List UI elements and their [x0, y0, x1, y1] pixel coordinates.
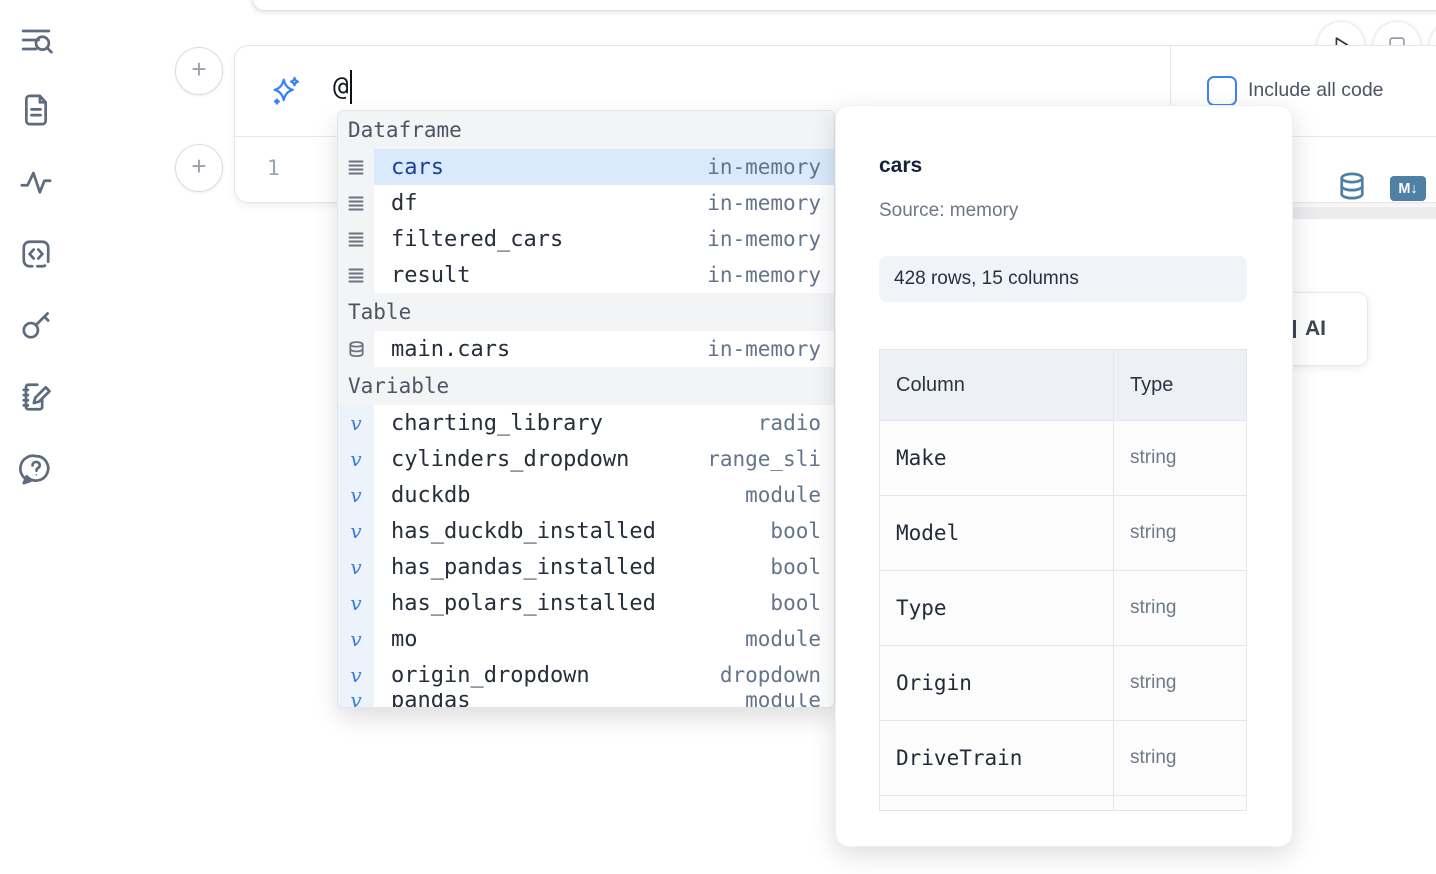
activity-icon[interactable]	[18, 164, 54, 200]
table-row: Modelstring	[880, 495, 1246, 570]
variable-icon: v	[338, 477, 374, 513]
autocomplete-item-has_polars_installed[interactable]: vhas_polars_installed bool	[338, 585, 834, 621]
variable-icon: v	[338, 513, 374, 549]
autocomplete-item-filtered_cars[interactable]: filtered_cars in-memory	[338, 221, 834, 257]
table-header-row: ColumnType	[880, 350, 1246, 420]
item-type: bool	[770, 591, 834, 615]
preview-title: cars	[879, 154, 922, 178]
marimo-notebook: + + @ Include all code 1	[0, 0, 1436, 874]
autocomplete-section-header: Table	[338, 293, 834, 331]
item-name: main.cars	[374, 337, 510, 362]
autocomplete-item-origin_dropdown[interactable]: vorigin_dropdown dropdown	[338, 657, 834, 693]
text-cursor	[350, 70, 352, 104]
autocomplete-item-cars[interactable]: cars in-memory	[338, 149, 834, 185]
table-row: DriveTrainstring	[880, 720, 1246, 795]
item-name: has_duckdb_installed	[374, 519, 656, 544]
item-type: bool	[770, 555, 834, 579]
autocomplete-dropdown: Dataframecarsin-memorydfin-memoryfiltere…	[337, 110, 835, 708]
dataframe-preview-panel: cars Source: memory 428 rows, 15 columns…	[835, 105, 1293, 847]
item-type: module	[745, 693, 834, 707]
add-cell-button-bottom[interactable]: +	[175, 144, 223, 192]
item-type: in-memory	[707, 337, 834, 361]
sparkles-icon	[269, 74, 303, 113]
variable-icon: v	[338, 657, 374, 693]
rows-icon	[338, 257, 374, 293]
item-name: result	[374, 263, 470, 288]
line-number: 1	[267, 156, 280, 180]
table-row: Originstring	[880, 645, 1246, 720]
item-type: dropdown	[720, 663, 834, 687]
autocomplete-item-mo[interactable]: vmo module	[338, 621, 834, 657]
scratchpad-icon[interactable]	[18, 379, 54, 415]
rows-icon	[338, 149, 374, 185]
autocomplete-item-has_pandas_installed[interactable]: vhas_pandas_installed bool	[338, 549, 834, 585]
autocomplete-list: Dataframecarsin-memorydfin-memoryfiltere…	[338, 111, 834, 707]
code-snippet-icon[interactable]	[18, 236, 54, 272]
item-name: filtered_cars	[374, 227, 563, 252]
item-type: in-memory	[707, 227, 834, 251]
help-chat-icon[interactable]	[18, 451, 54, 487]
key-icon[interactable]	[18, 307, 54, 343]
variable-icon: v	[338, 621, 374, 657]
variable-icon: v	[338, 585, 374, 621]
item-type: radio	[758, 411, 834, 435]
ai-button-label: AI	[1305, 317, 1326, 341]
database-icon	[338, 331, 374, 367]
database-icon[interactable]	[1336, 170, 1368, 207]
document-icon[interactable]	[18, 92, 54, 128]
variable-icon: v	[338, 549, 374, 585]
item-name: origin_dropdown	[374, 663, 590, 688]
preview-shape-badge: 428 rows, 15 columns	[879, 256, 1247, 302]
item-name: cars	[374, 155, 444, 180]
variable-icon: v	[338, 405, 374, 441]
autocomplete-item-cylinders_dropdown[interactable]: vcylinders_dropdown range_sli	[338, 441, 834, 477]
variable-icon: v	[338, 441, 374, 477]
item-name: has_pandas_installed	[374, 555, 656, 580]
autocomplete-item-result[interactable]: result in-memory	[338, 257, 834, 293]
item-name: df	[374, 191, 418, 216]
preview-column-table: ColumnTypeMakestringModelstringTypestrin…	[879, 349, 1247, 811]
item-name: duckdb	[374, 483, 470, 508]
item-name: mo	[374, 627, 418, 652]
table-row: Typestring	[880, 570, 1246, 645]
rows-icon	[338, 221, 374, 257]
item-name: charting_library	[374, 411, 603, 436]
item-type: bool	[770, 519, 834, 543]
variable-icon: v	[338, 693, 374, 707]
ai-prompt-input[interactable]: @	[333, 70, 352, 104]
autocomplete-section-header: Dataframe	[338, 111, 834, 149]
autocomplete-section-header: Variable	[338, 367, 834, 405]
item-type: in-memory	[707, 155, 834, 179]
table-row	[880, 795, 1246, 811]
item-name: cylinders_dropdown	[374, 447, 629, 472]
list-search-icon[interactable]	[18, 22, 54, 58]
autocomplete-item-df[interactable]: df in-memory	[338, 185, 834, 221]
autocomplete-item-pandas[interactable]: vpandas module	[338, 693, 834, 707]
autocomplete-item-main.cars[interactable]: main.cars in-memory	[338, 331, 834, 367]
item-name: pandas	[374, 693, 470, 707]
autocomplete-item-charting_library[interactable]: vcharting_library radio	[338, 405, 834, 441]
include-all-code-checkbox[interactable]	[1207, 76, 1237, 106]
add-cell-button-top[interactable]: +	[175, 47, 223, 95]
autocomplete-item-duckdb[interactable]: vduckdb module	[338, 477, 834, 513]
markdown-export-icon[interactable]: M↓	[1390, 176, 1426, 201]
sidebar	[0, 0, 72, 874]
rows-icon	[338, 185, 374, 221]
item-type: module	[745, 627, 834, 651]
autocomplete-item-has_duckdb_installed[interactable]: vhas_duckdb_installed bool	[338, 513, 834, 549]
item-type: in-memory	[707, 263, 834, 287]
item-type: module	[745, 483, 834, 507]
preview-source: Source: memory	[879, 200, 1018, 222]
item-type: range_sli	[707, 447, 834, 471]
item-type: in-memory	[707, 191, 834, 215]
table-row: Makestring	[880, 420, 1246, 495]
previous-cell-edge	[252, 0, 1436, 11]
item-name: has_polars_installed	[374, 591, 656, 616]
include-all-code-label: Include all code	[1248, 79, 1384, 102]
